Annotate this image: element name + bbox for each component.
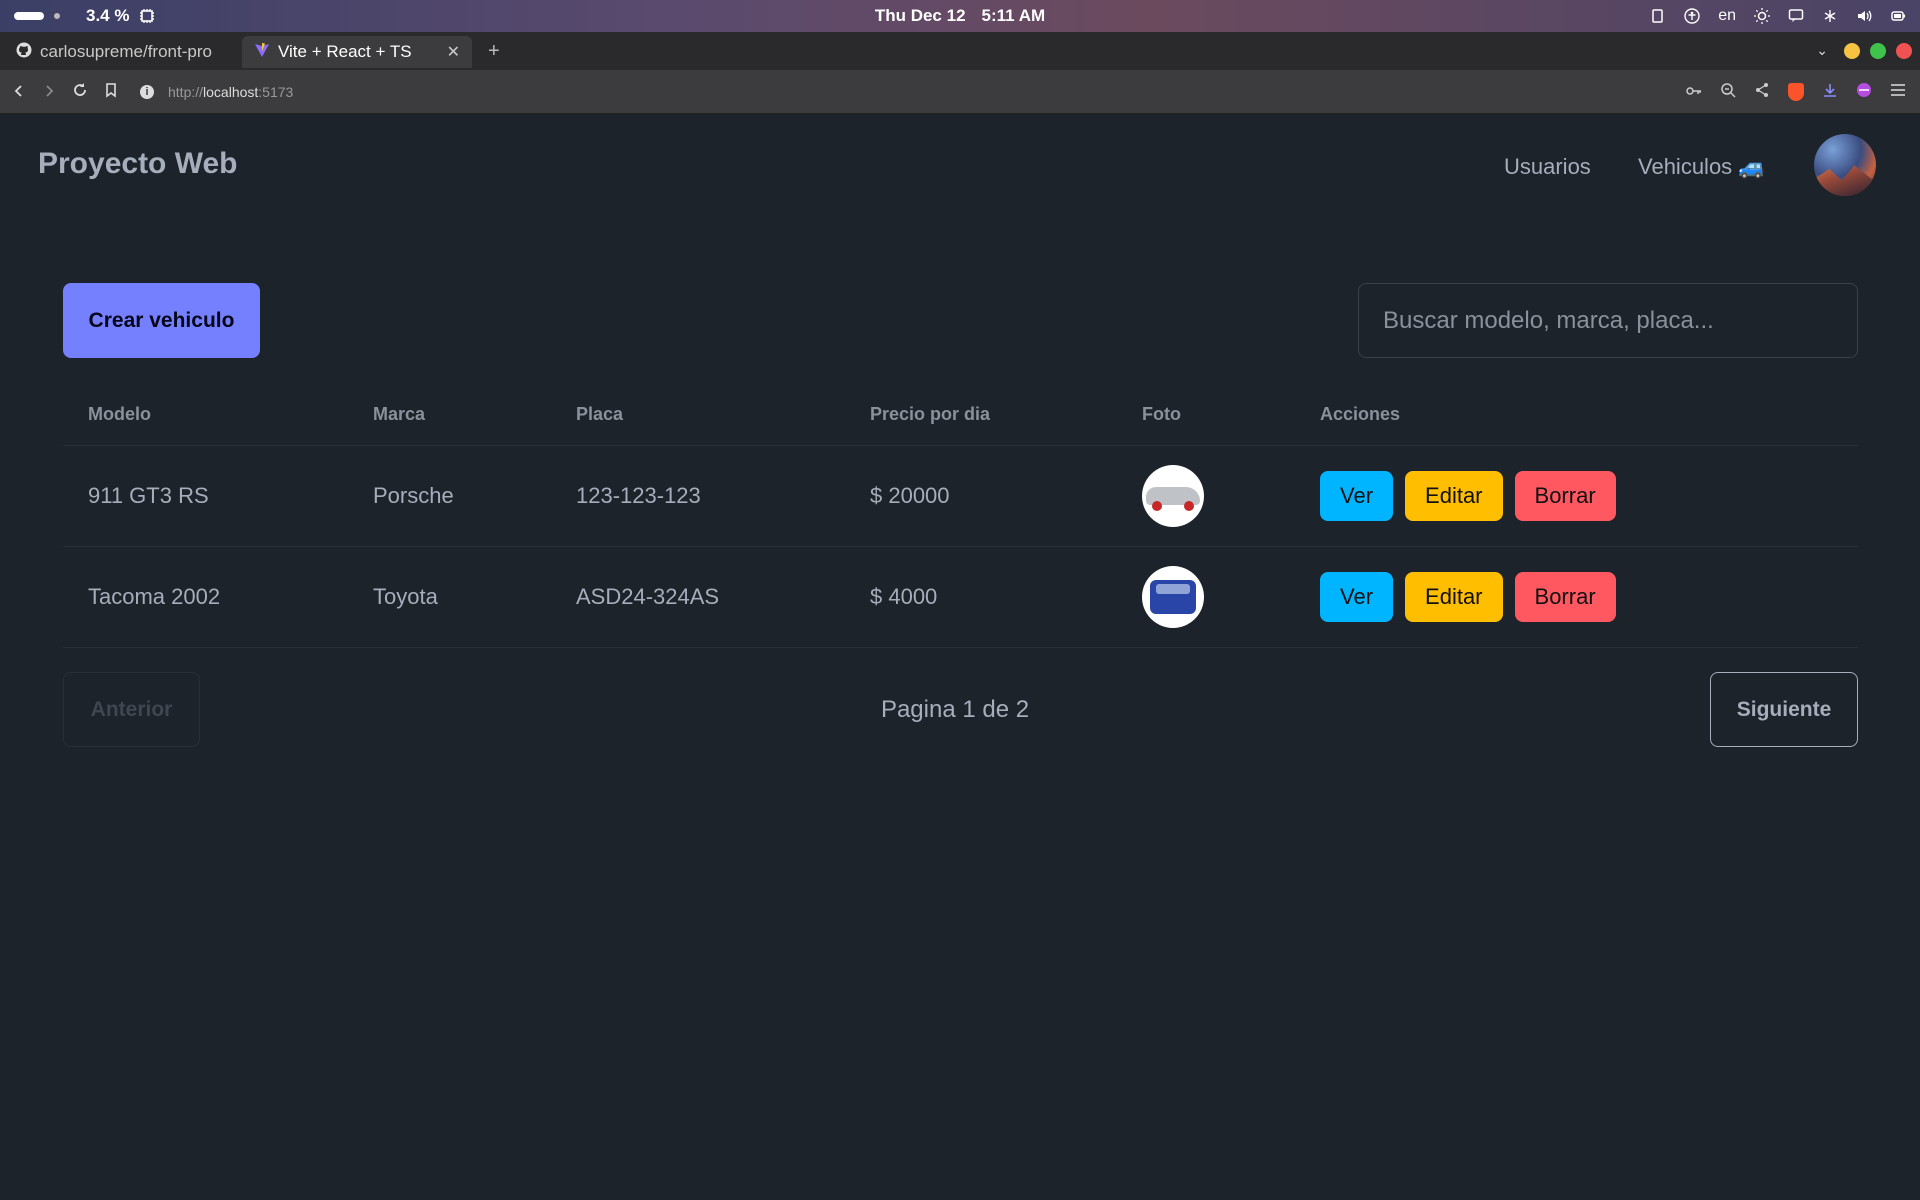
clipboard-icon[interactable] [1650,8,1666,24]
reload-icon[interactable] [72,82,88,103]
minimize-button[interactable] [1844,42,1860,59]
nav-link-vehiculos[interactable]: Vehiculos 🚙 [1638,154,1766,180]
battery-icon[interactable] [1890,8,1906,24]
new-tab-icon[interactable]: + [488,40,500,63]
avatar[interactable] [1814,134,1876,196]
clock[interactable]: Thu Dec 12 5:11 AM [0,0,1920,32]
column-header-modelo: Modelo [88,404,151,424]
maximize-button[interactable] [1870,42,1886,59]
column-header-acciones: Acciones [1320,404,1401,424]
avatar-image [1814,165,1876,196]
site-info-icon[interactable]: i [140,85,154,99]
chat-icon[interactable] [1788,8,1804,24]
vehicle-photo [1142,465,1204,527]
close-window-button[interactable] [1896,42,1912,59]
bookmark-icon[interactable] [104,82,118,103]
table-row: Tacoma 2002 Toyota ASD24-324AS $ 4000 Ve… [63,547,1858,648]
tab-vite-react[interactable]: Vite + React + TS ✕ [242,36,472,68]
create-vehicle-button[interactable]: Crear vehiculo [63,283,260,358]
cell-brand: Toyota [373,584,438,609]
volume-icon[interactable] [1856,8,1872,24]
brightness-icon[interactable] [1754,8,1770,24]
github-icon [16,42,32,63]
browser-tab-strip: carlosupreme/front-pro Vite + React + TS… [0,32,1920,70]
cell-photo [1142,547,1204,647]
url-text: http://localhost:5173 [168,84,294,100]
system-top-bar: 3.4 % Thu Dec 12 5:11 AM en [0,0,1920,32]
column-header-foto: Foto [1142,404,1181,424]
view-button[interactable]: Ver [1320,471,1394,521]
cell-actions: Ver Editar Borrar [1320,547,1628,647]
edit-button[interactable]: Editar [1405,572,1503,622]
share-icon[interactable] [1754,82,1770,102]
menu-icon[interactable] [1890,83,1906,101]
tab-github[interactable]: carlosupreme/front-pro [4,36,240,68]
edit-button[interactable]: Editar [1405,471,1503,521]
brand-title[interactable]: Proyecto Web [38,147,238,181]
cell-actions: Ver Editar Borrar [1320,446,1628,546]
forward-icon[interactable] [42,82,56,103]
app-navbar: Proyecto Web Usuarios Vehiculos 🚙 [0,114,1920,218]
tab-list-chevron-icon[interactable]: ⌄ [1816,42,1828,59]
close-tab-icon[interactable]: ✕ [447,42,460,62]
search-input[interactable] [1358,283,1858,358]
date: Thu Dec 12 [874,6,966,25]
vehicle-photo [1142,566,1204,628]
column-header-placa: Placa [576,404,624,424]
time: 5:11 AM [981,6,1046,25]
zoom-icon[interactable] [1720,82,1736,102]
accessibility-icon[interactable] [1684,8,1700,24]
cell-plate: ASD24-324AS [576,584,720,609]
vite-icon [254,42,270,63]
url-field[interactable]: i http://localhost:5173 [140,70,293,114]
view-button[interactable]: Ver [1320,572,1394,622]
keyboard-language[interactable]: en [1718,7,1736,25]
wallet-icon[interactable] [1856,82,1872,102]
delete-button[interactable]: Borrar [1514,471,1616,521]
delete-button[interactable]: Borrar [1514,572,1616,622]
nav-link-usuarios[interactable]: Usuarios [1504,154,1591,180]
cell-brand: Porsche [373,483,454,508]
cell-plate: 123-123-123 [576,483,701,508]
cell-photo [1142,446,1204,546]
brave-shields-icon[interactable] [1788,83,1804,101]
download-icon[interactable] [1822,82,1838,102]
tab-title: Vite + React + TS [278,42,412,61]
cell-price: $ 4000 [870,584,938,609]
network-icon[interactable] [1822,8,1838,24]
pagination-info: Pagina 1 de 2 [880,696,1030,723]
cell-price: $ 20000 [870,483,950,508]
column-header-marca: Marca [373,404,426,424]
address-bar: i http://localhost:5173 [0,70,1920,114]
key-icon[interactable] [1686,84,1702,101]
table-row: 911 GT3 RS Porsche 123-123-123 $ 20000 V… [63,446,1858,547]
tab-title: carlosupreme/front-pro [40,42,212,61]
next-page-button[interactable]: Siguiente [1710,672,1858,747]
cell-model: Tacoma 2002 [88,584,221,609]
column-header-precio: Precio por dia [870,404,991,424]
cell-model: 911 GT3 RS [88,483,209,508]
back-icon[interactable] [12,82,26,103]
